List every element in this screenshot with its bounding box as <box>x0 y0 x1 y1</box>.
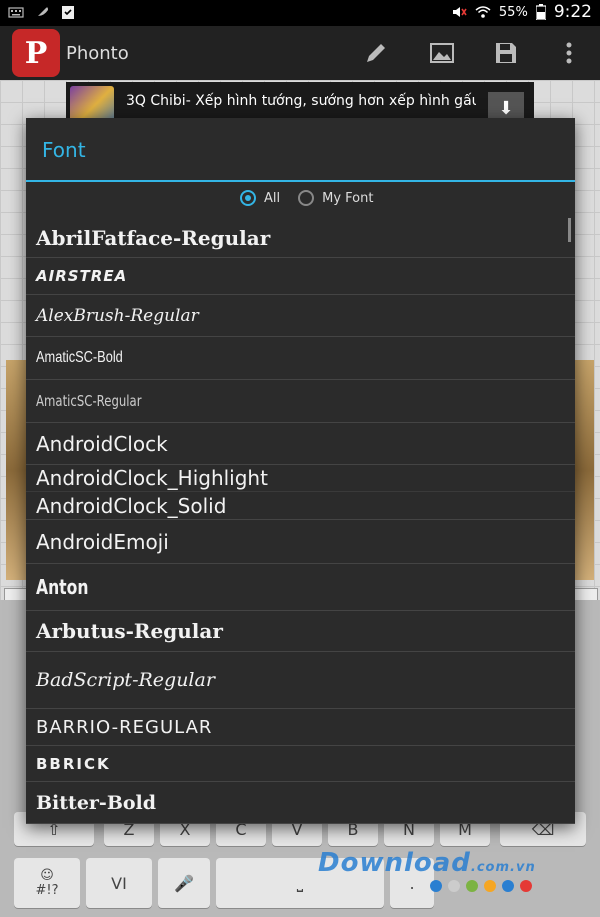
font-name: Anton <box>36 575 89 599</box>
wifi-icon <box>475 6 491 18</box>
radio-my-font-label[interactable]: My Font <box>322 191 373 206</box>
dot-orange <box>484 880 496 892</box>
font-name: BBRICK <box>36 754 111 773</box>
symbols-key-label: #!? <box>35 883 59 898</box>
font-name: AlexBrush-Regular <box>36 305 199 326</box>
dot-blue <box>430 880 442 892</box>
font-name: AndroidEmoji <box>36 529 169 554</box>
font-name: Arbutus-Regular <box>36 619 223 643</box>
font-name: BadScript-Regular <box>36 669 215 691</box>
font-name: AbrilFatface-Regular <box>36 225 271 250</box>
font-item[interactable]: AbrilFatface-Regular <box>26 218 575 258</box>
radio-my-font[interactable] <box>298 190 315 206</box>
dot-blue-2 <box>502 880 514 892</box>
font-name: BARRIO-REGULAR <box>36 716 213 738</box>
keyboard-icon <box>8 7 24 18</box>
battery-percentage: 55% <box>498 4 528 20</box>
font-item[interactable]: Anton <box>26 564 575 611</box>
font-name: AndroidClock_Highlight <box>36 466 268 490</box>
font-filter: All My Font <box>240 190 383 206</box>
font-name: AmaticSC-Bold <box>36 349 123 366</box>
font-item[interactable]: BadScript-Regular <box>26 652 575 709</box>
feather-icon <box>36 7 48 18</box>
radio-all-label[interactable]: All <box>264 191 280 206</box>
font-item[interactable]: AndroidEmoji <box>26 520 575 564</box>
font-item[interactable]: AndroidClock <box>26 423 575 465</box>
font-list: AbrilFatface-Regular AIRSTREA AlexBrush-… <box>26 218 575 824</box>
font-item[interactable]: Arbutus-Regular <box>26 611 575 652</box>
clipboard-check-icon <box>62 6 74 19</box>
clock: 9:22 <box>553 2 592 22</box>
font-item[interactable]: BARRIO-REGULAR <box>26 709 575 746</box>
dialog-title: Font <box>42 138 86 162</box>
overflow-menu-icon[interactable] <box>554 38 584 68</box>
app-logo[interactable]: P <box>12 29 60 77</box>
image-edge-left <box>6 360 28 580</box>
radio-all[interactable] <box>240 190 256 206</box>
font-item[interactable]: AmaticSC-Bold <box>26 337 575 380</box>
font-name: Bitter-Bold <box>36 791 157 814</box>
symbols-key[interactable]: ☺ #!? <box>14 858 80 908</box>
font-dialog: Font All My Font AbrilFatface-Regular AI… <box>26 118 575 824</box>
emoji-icon: ☺ <box>40 868 54 883</box>
font-item[interactable]: AndroidClock_Solid <box>26 492 575 520</box>
language-key-label: VI <box>111 873 127 893</box>
image-icon[interactable] <box>427 38 457 68</box>
font-item[interactable]: AIRSTREA <box>26 258 575 295</box>
battery-icon <box>535 4 546 20</box>
app-title: Phonto <box>66 43 129 64</box>
font-name: AndroidClock_Solid <box>36 493 227 518</box>
font-item[interactable]: AndroidClock_Highlight <box>26 465 575 492</box>
font-item[interactable]: Bitter-Bold <box>26 782 575 824</box>
dot-green <box>466 880 478 892</box>
font-name: AmaticSC-Regular <box>36 392 142 410</box>
status-bar: 55% 9:22 <box>0 0 600 26</box>
dot-red <box>520 880 532 892</box>
font-item[interactable]: AmaticSC-Regular <box>26 380 575 423</box>
font-item[interactable]: AlexBrush-Regular <box>26 295 575 337</box>
app-logo-letter: P <box>24 35 48 71</box>
dot-grey <box>448 880 460 892</box>
watermark-text: Download <box>318 848 471 878</box>
microphone-key[interactable]: 🎤 <box>158 858 210 908</box>
volume-mute-icon <box>452 7 467 17</box>
save-icon[interactable] <box>491 38 521 68</box>
font-name: AIRSTREA <box>36 267 128 285</box>
image-edge-right <box>572 360 594 580</box>
ad-text: 3Q Chibi- Xếp hình tướng, sướng hơn xếp … <box>126 93 476 109</box>
watermark-dots <box>430 880 532 892</box>
pencil-icon[interactable] <box>361 38 391 68</box>
watermark-domain: .com.vn <box>470 860 536 875</box>
language-key[interactable]: VI <box>86 858 152 908</box>
microphone-icon: 🎤 <box>174 873 194 893</box>
font-name: AndroidClock <box>36 431 168 456</box>
font-item[interactable]: BBRICK <box>26 746 575 782</box>
watermark: Download.com.vn <box>318 848 536 878</box>
dialog-divider <box>26 180 575 182</box>
